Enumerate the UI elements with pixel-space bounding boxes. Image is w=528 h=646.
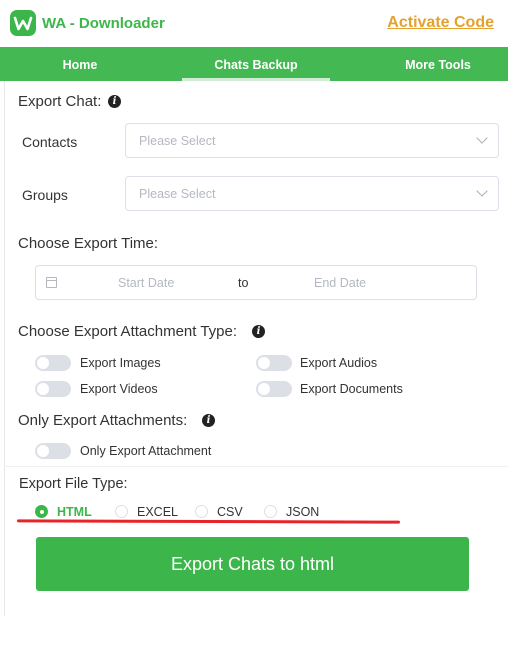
groups-label: Groups — [22, 187, 68, 203]
only-attachments-heading: Only Export Attachments: — [18, 412, 188, 429]
app-title: WA - Downloader — [42, 15, 165, 32]
date-range-picker[interactable]: Start Date to End Date — [35, 265, 477, 300]
app-header: WA - Downloader Activate Code — [0, 0, 508, 47]
contacts-select[interactable]: Please Select — [125, 123, 499, 158]
radio-html[interactable] — [35, 505, 48, 518]
export-documents-toggle[interactable] — [256, 381, 292, 397]
export-documents-label: Export Documents — [300, 382, 403, 396]
tab-chats-backup[interactable]: Chats Backup — [180, 47, 332, 81]
tab-more-tools[interactable]: More Tools — [368, 47, 508, 81]
export-videos-toggle[interactable] — [35, 381, 71, 397]
date-separator: to — [238, 276, 249, 290]
radio-excel[interactable] — [115, 505, 128, 518]
export-chat-heading: Export Chat: — [18, 93, 102, 110]
only-export-attachment-toggle[interactable] — [35, 443, 71, 459]
tab-home[interactable]: Home — [0, 47, 160, 81]
only-export-attachment-label: Only Export Attachment — [80, 444, 212, 458]
start-date-input[interactable]: Start Date — [118, 276, 174, 290]
radio-json[interactable] — [264, 505, 277, 518]
export-time-heading: Choose Export Time: — [18, 235, 159, 252]
main-nav: Home Chats Backup More Tools — [0, 47, 508, 81]
contacts-label: Contacts — [22, 134, 78, 150]
export-audios-toggle[interactable] — [256, 355, 292, 371]
groups-placeholder: Please Select — [139, 187, 216, 201]
export-images-label: Export Images — [80, 356, 161, 370]
activate-code-link[interactable]: Activate Code — [387, 14, 494, 32]
app-logo-icon — [10, 10, 36, 36]
chevron-down-icon — [476, 185, 488, 197]
info-icon[interactable]: i — [108, 95, 121, 108]
chevron-down-icon — [476, 132, 488, 144]
export-images-toggle[interactable] — [35, 355, 71, 371]
radio-html-label[interactable]: HTML — [57, 505, 92, 519]
info-icon[interactable]: i — [202, 414, 215, 427]
attachment-type-heading: Choose Export Attachment Type: — [18, 323, 238, 340]
export-chats-button[interactable]: Export Chats to html — [36, 537, 469, 591]
radio-json-label[interactable]: JSON — [286, 505, 319, 519]
groups-select[interactable]: Please Select — [125, 176, 499, 211]
calendar-icon — [46, 277, 57, 288]
end-date-input[interactable]: End Date — [314, 276, 366, 290]
radio-csv[interactable] — [195, 505, 208, 518]
file-type-heading: Export File Type: — [19, 476, 128, 492]
contacts-placeholder: Please Select — [139, 134, 216, 148]
radio-excel-label[interactable]: EXCEL — [137, 505, 178, 519]
export-audios-label: Export Audios — [300, 356, 378, 370]
export-videos-label: Export Videos — [80, 382, 158, 396]
active-tab-indicator — [182, 78, 330, 81]
radio-csv-label[interactable]: CSV — [217, 505, 243, 519]
info-icon[interactable]: i — [252, 325, 265, 338]
